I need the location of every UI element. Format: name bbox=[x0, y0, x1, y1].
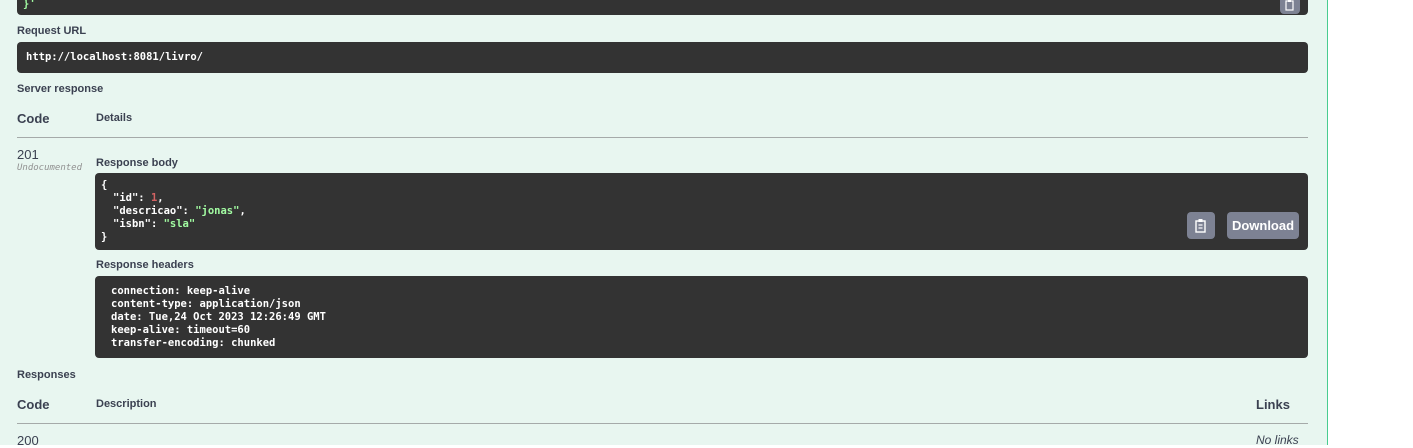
responses-first-code: 200 bbox=[17, 433, 39, 448]
response-header-line: keep-alive: timeout=60 bbox=[111, 324, 251, 336]
responses-divider bbox=[17, 423, 1308, 424]
server-details-header: Details bbox=[96, 112, 133, 124]
json-line: "id": 1, bbox=[113, 192, 164, 204]
response-header-line: content-type: application/json bbox=[111, 298, 301, 310]
request-url-label: Request URL bbox=[17, 25, 87, 37]
clipboard-copy-icon bbox=[1285, 0, 1294, 11]
responses-code-header: Code bbox=[17, 397, 50, 412]
responses-description-header: Description bbox=[96, 398, 157, 410]
json-open-brace: { bbox=[101, 179, 108, 191]
download-button[interactable]: Download bbox=[1227, 212, 1299, 239]
request-body-tail: }' bbox=[23, 0, 36, 10]
responses-links-header: Links bbox=[1256, 397, 1290, 412]
server-code-header: Code bbox=[17, 111, 50, 126]
server-response-divider bbox=[17, 137, 1308, 138]
json-close-brace: } bbox=[101, 231, 108, 243]
response-body-label: Response body bbox=[96, 157, 178, 169]
response-code: 201 bbox=[17, 147, 39, 162]
responses-label: Responses bbox=[17, 369, 76, 381]
request-url-block: http://localhost:8081/livro/ bbox=[17, 42, 1308, 73]
operation-panel: }' Request URL http://localhost:8081/liv… bbox=[0, 0, 1328, 448]
response-header-line: date: Tue,24 Oct 2023 12:26:49 GMT bbox=[111, 311, 326, 323]
copy-request-button[interactable] bbox=[1280, 0, 1300, 14]
server-response-label: Server response bbox=[17, 83, 104, 95]
response-header-line: transfer-encoding: chunked bbox=[111, 337, 276, 349]
request-body-block: }' bbox=[17, 0, 1308, 15]
response-header-line: connection: keep-alive bbox=[111, 285, 251, 297]
copy-response-button[interactable] bbox=[1187, 212, 1215, 239]
request-url-value: http://localhost:8081/livro/ bbox=[26, 51, 204, 63]
json-line: "descricao": "jonas", bbox=[113, 205, 246, 217]
response-headers-block: connection: keep-alive content-type: app… bbox=[95, 276, 1308, 358]
response-headers-label: Response headers bbox=[96, 259, 194, 271]
json-line: "isbn": "sla" bbox=[113, 218, 196, 230]
clipboard-copy-icon bbox=[1195, 219, 1206, 233]
response-body-block: { "id": 1, "descricao": "jonas", "isbn":… bbox=[95, 173, 1308, 250]
response-status: Undocumented bbox=[17, 163, 83, 173]
